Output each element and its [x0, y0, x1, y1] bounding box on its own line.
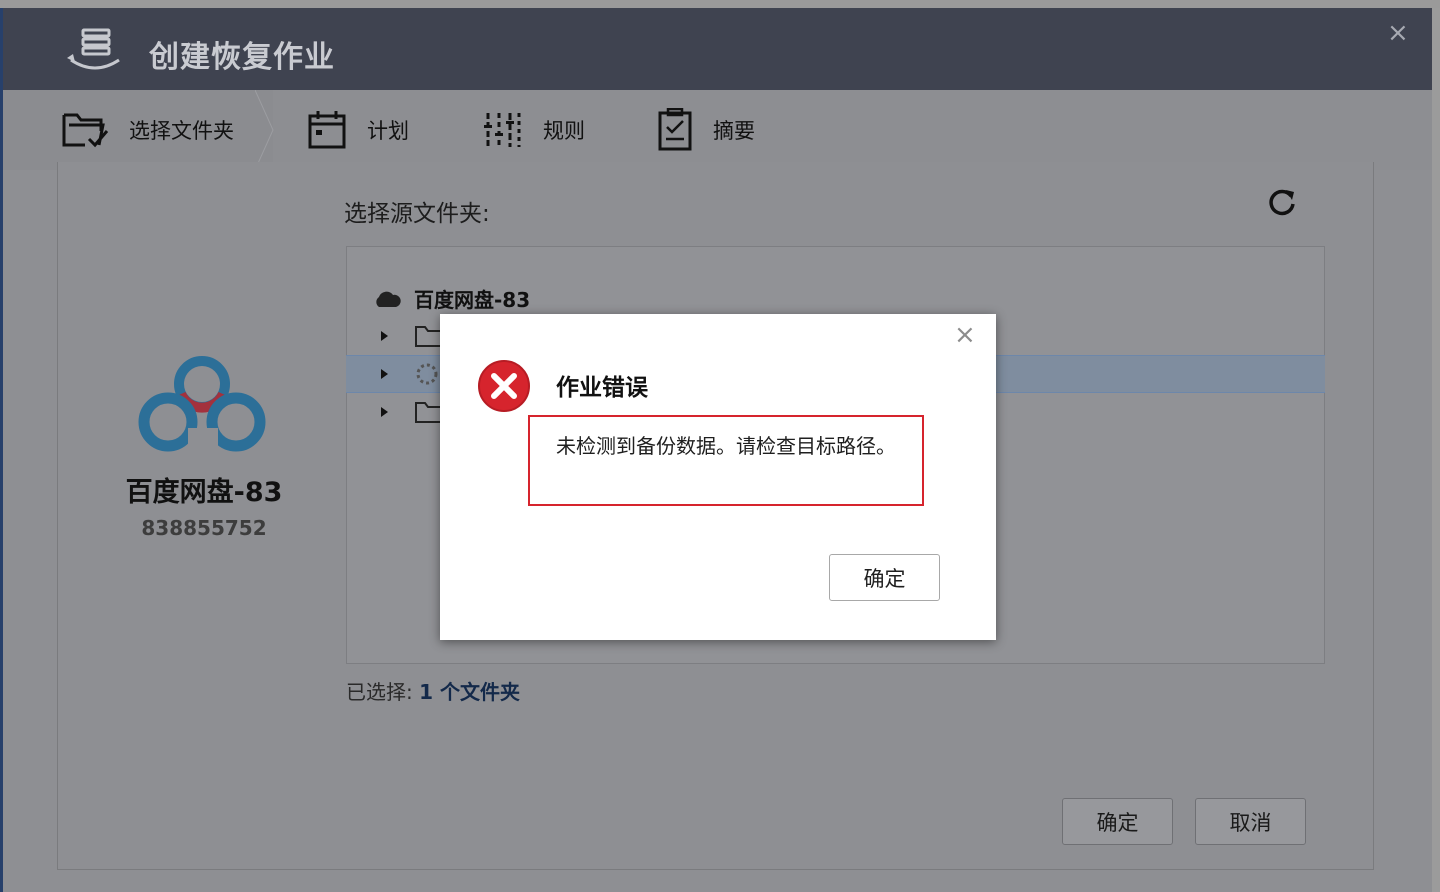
refresh-icon[interactable]: [1266, 186, 1298, 218]
account-id: 838855752: [141, 516, 267, 540]
account-name: 百度网盘-83: [125, 477, 283, 508]
step-schedule[interactable]: 计划: [307, 90, 409, 170]
wizard-title: 创建恢复作业: [149, 40, 335, 75]
step-label-rules: 规则: [543, 119, 585, 143]
restore-icon: [67, 28, 120, 70]
step-label-schedule: 计划: [367, 119, 409, 143]
dialog-title: 作业错误: [556, 375, 648, 401]
step-label-select-folder: 选择文件夹: [129, 119, 234, 143]
background-right-strip: [1432, 8, 1440, 892]
baidu-netdisk-logo: [138, 356, 266, 452]
step-rules[interactable]: 规则: [483, 90, 585, 170]
dialog-close-button[interactable]: ×: [954, 322, 976, 348]
source-folder-label: 选择源文件夹:: [344, 201, 490, 227]
wizard-step-bar: 选择文件夹 计划 规则 摘要: [3, 90, 1432, 170]
expand-arrow-icon[interactable]: [381, 407, 388, 417]
dialog-message: 未检测到备份数据。请检查目标路径。: [556, 434, 896, 458]
selection-summary: 已选择: 1 个文件夹: [346, 676, 520, 705]
cancel-button[interactable]: 取消: [1195, 798, 1306, 845]
cloud-icon: [376, 291, 401, 307]
step-select-folder[interactable]: 选择文件夹: [61, 90, 234, 170]
sliders-icon: [484, 113, 521, 147]
selection-count: 1 个文件夹: [419, 680, 520, 704]
tree-root[interactable]: 百度网盘-83: [372, 284, 530, 313]
dialog-ok-button[interactable]: 确定: [829, 554, 940, 601]
step-summary[interactable]: 摘要: [657, 90, 755, 170]
clipboard-icon: [658, 108, 692, 151]
folder-check-icon: [62, 113, 109, 148]
error-icon: [478, 360, 530, 412]
wizard-close-button[interactable]: ×: [1387, 20, 1409, 46]
tree-root-label: 百度网盘-83: [414, 288, 531, 312]
step-chevron: [255, 90, 274, 170]
selection-prefix: 已选择:: [346, 680, 420, 704]
step-label-summary: 摘要: [713, 119, 755, 143]
expand-arrow-icon[interactable]: [381, 331, 388, 341]
expand-arrow-icon[interactable]: [381, 369, 388, 379]
dialog-message-highlight: 未检测到备份数据。请检查目标路径。: [528, 415, 924, 506]
ok-button[interactable]: 确定: [1062, 798, 1173, 845]
error-dialog: × 作业错误 未检测到备份数据。请检查目标路径。 确定: [440, 314, 996, 640]
background-top-strip: [0, 0, 1440, 8]
calendar-icon: [308, 111, 346, 149]
wizard-titlebar: 创建恢复作业: [3, 8, 1432, 90]
